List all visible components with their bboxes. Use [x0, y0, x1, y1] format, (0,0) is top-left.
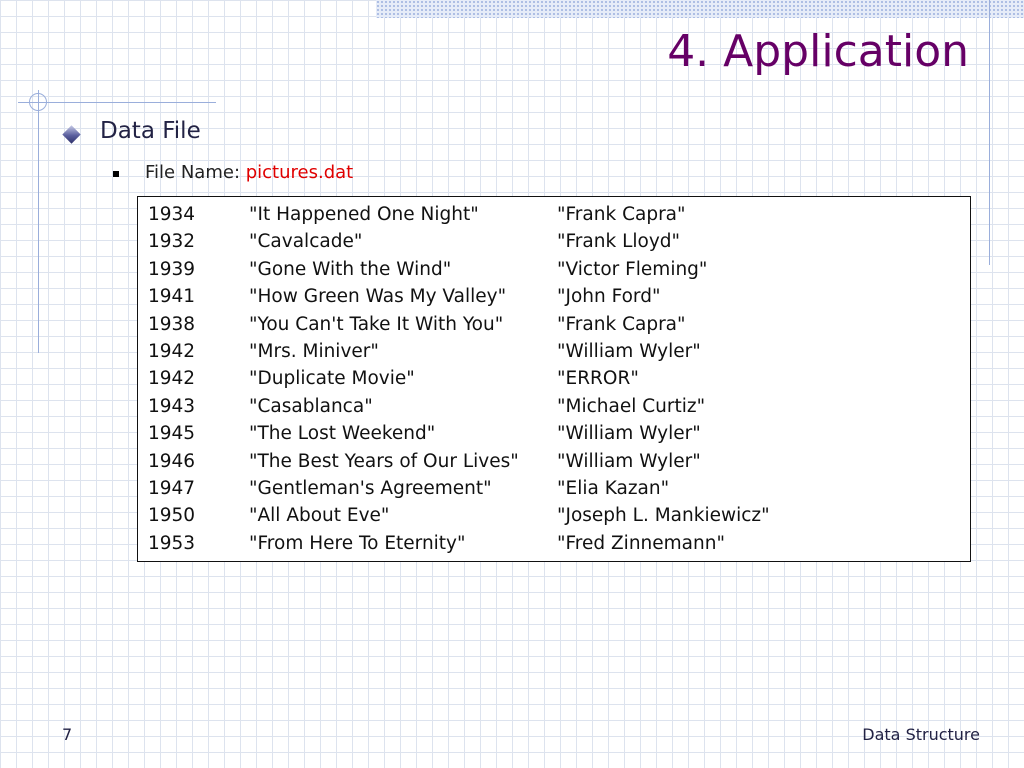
record-year: 1941 [148, 286, 196, 308]
record-year: 1945 [148, 423, 196, 445]
record-director: "ERROR" [557, 368, 639, 390]
record-title: "Mrs. Miniver" [249, 340, 379, 362]
record-director: "Frank Capra" [557, 204, 686, 225]
record-year: 1932 [148, 231, 196, 253]
record-year: 1947 [148, 477, 196, 499]
square-bullet-icon [113, 171, 119, 177]
record-title: "It Happened One Night" [249, 204, 479, 225]
record-director: "William Wyler" [557, 340, 701, 362]
record-director: "Victor Fleming" [557, 258, 708, 280]
left-decor-line [38, 90, 39, 353]
record-title: "You Can't Take It With You" [249, 313, 504, 335]
record-director: "Fred Zinnemann" [557, 532, 725, 554]
record-title: "All About Eve" [249, 505, 390, 527]
record-title: "Cavalcade" [249, 231, 363, 253]
record-director: "Michael Curtiz" [557, 395, 706, 417]
record-title: "From Here To Eternity" [249, 532, 466, 554]
record-year: 1953 [148, 532, 196, 554]
record-title: "How Green Was My Valley" [249, 286, 507, 308]
record-director: "Frank Lloyd" [557, 231, 681, 253]
record-title: "Casablanca" [249, 395, 373, 417]
record-year: 1939 [148, 258, 196, 280]
record-title: "Gone With the Wind" [249, 258, 452, 280]
record-year: 1950 [148, 505, 196, 527]
top-decor-band [376, 0, 1024, 18]
record-year: 1934 [148, 204, 196, 225]
record-title: "Duplicate Movie" [249, 368, 415, 390]
record-year: 1938 [148, 313, 196, 335]
record-title: "The Best Years of Our Lives" [249, 450, 519, 472]
record-title: "Gentleman's Agreement" [249, 477, 492, 499]
record-year: 1942 [148, 368, 196, 390]
record-director: "Elia Kazan" [557, 477, 670, 499]
slide-title: 4. Application [667, 26, 969, 77]
bullet-level1-text: Data File [100, 118, 201, 144]
record-year: 1946 [148, 450, 196, 472]
record-director: "Joseph L. Mankiewicz" [557, 505, 770, 527]
record-director: "William Wyler" [557, 423, 701, 445]
record-director: "John Ford" [557, 286, 661, 308]
record-director: "William Wyler" [557, 450, 701, 472]
record-year: 1942 [148, 340, 196, 362]
footer-text: Data Structure [862, 725, 980, 744]
data-file-box: 1934 "It Happened One Night" "Frank Capra"… [137, 196, 971, 562]
decor-circle [29, 93, 47, 111]
diamond-bullet-icon [62, 125, 81, 144]
record-title: "The Lost Weekend" [249, 423, 436, 445]
file-name-value: pictures.dat [245, 162, 354, 183]
record-director: "Frank Capra" [557, 313, 686, 335]
record-year: 1943 [148, 395, 196, 417]
left-decor-hline [18, 102, 216, 103]
page-number: 7 [62, 725, 73, 744]
file-name-label: File Name: [145, 162, 246, 183]
right-decor-line [989, 0, 990, 265]
bullet-level2-text: File Name: pictures.dat [145, 162, 353, 183]
